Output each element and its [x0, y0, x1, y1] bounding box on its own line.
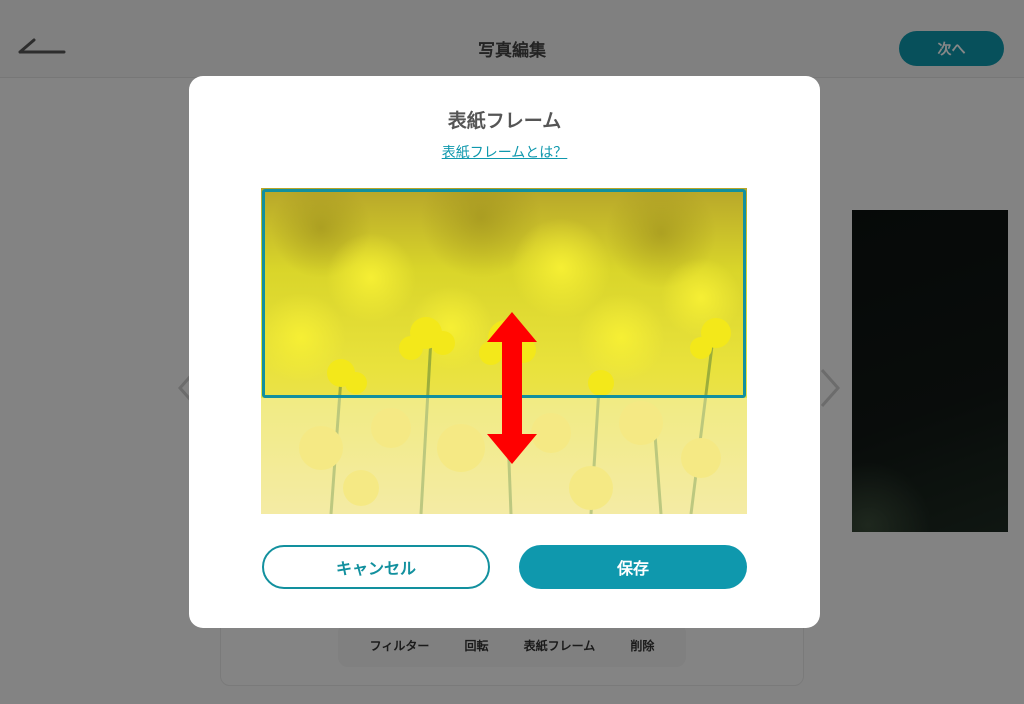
photo-crop-area: [261, 188, 747, 514]
vertical-drag-arrow-icon[interactable]: [485, 310, 539, 466]
cover-frame-modal: 表紙フレーム 表紙フレームとは？ キャンセル 保存: [189, 76, 820, 628]
modal-title: 表紙フレーム: [447, 110, 562, 132]
cancel-button[interactable]: キャンセル: [262, 545, 490, 589]
save-button[interactable]: 保存: [519, 545, 747, 589]
help-link[interactable]: 表紙フレームとは？: [189, 142, 820, 162]
